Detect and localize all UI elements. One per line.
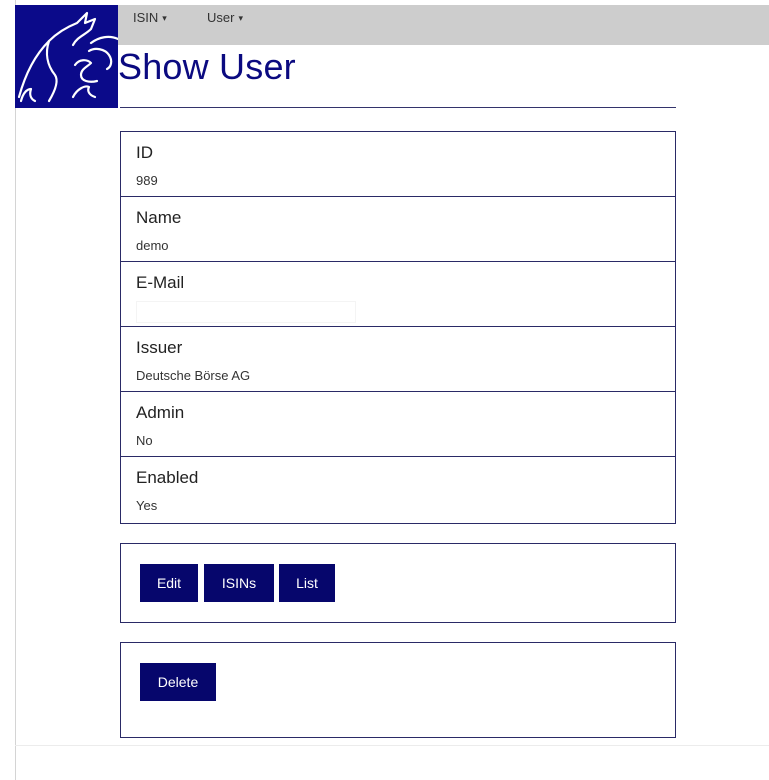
field-email: E-Mail — [121, 262, 675, 327]
field-email-label: E-Mail — [136, 273, 185, 292]
field-issuer-label: Issuer — [136, 338, 183, 357]
footer-divider — [15, 745, 769, 746]
list-button[interactable]: List — [279, 564, 335, 602]
field-email-value-box — [136, 301, 356, 323]
nav-menu-user[interactable]: User ▾ — [207, 10, 243, 25]
top-navbar: ISIN ▾ User ▾ — [15, 5, 769, 45]
delete-panel: Delete — [120, 642, 676, 738]
bull-bear-logo-icon[interactable] — [15, 5, 118, 108]
title-divider — [120, 107, 676, 108]
field-admin: Admin No — [121, 392, 675, 457]
field-admin-value: No — [136, 433, 153, 448]
field-name: Name demo — [121, 197, 675, 262]
field-issuer-value: Deutsche Börse AG — [136, 368, 251, 383]
field-admin-label: Admin — [136, 403, 185, 422]
field-id: ID 989 — [121, 132, 675, 197]
field-id-label: ID — [136, 143, 153, 162]
chevron-down-icon: ▾ — [238, 13, 243, 23]
page-left-border — [15, 0, 16, 780]
chevron-down-icon: ▾ — [162, 13, 167, 23]
page-title: Show User — [118, 46, 296, 87]
delete-button[interactable]: Delete — [140, 663, 216, 701]
field-enabled: Enabled Yes — [121, 457, 675, 521]
nav-menu-isin-label: ISIN — [133, 10, 159, 25]
edit-button[interactable]: Edit — [140, 564, 198, 602]
field-name-value: demo — [136, 238, 169, 253]
isins-button[interactable]: ISINs — [204, 564, 274, 602]
nav-menu-isin[interactable]: ISIN ▾ — [133, 10, 167, 25]
user-details-panel: ID 989 Name demo E-Mail Issuer Deutsche … — [120, 131, 676, 524]
field-id-value: 989 — [136, 173, 158, 188]
field-name-label: Name — [136, 208, 182, 227]
nav-menu-user-label: User — [207, 10, 235, 25]
field-enabled-value: Yes — [136, 498, 158, 513]
field-issuer: Issuer Deutsche Börse AG — [121, 327, 675, 392]
actions-panel: Edit ISINs List — [120, 543, 676, 623]
field-enabled-label: Enabled — [136, 468, 199, 487]
